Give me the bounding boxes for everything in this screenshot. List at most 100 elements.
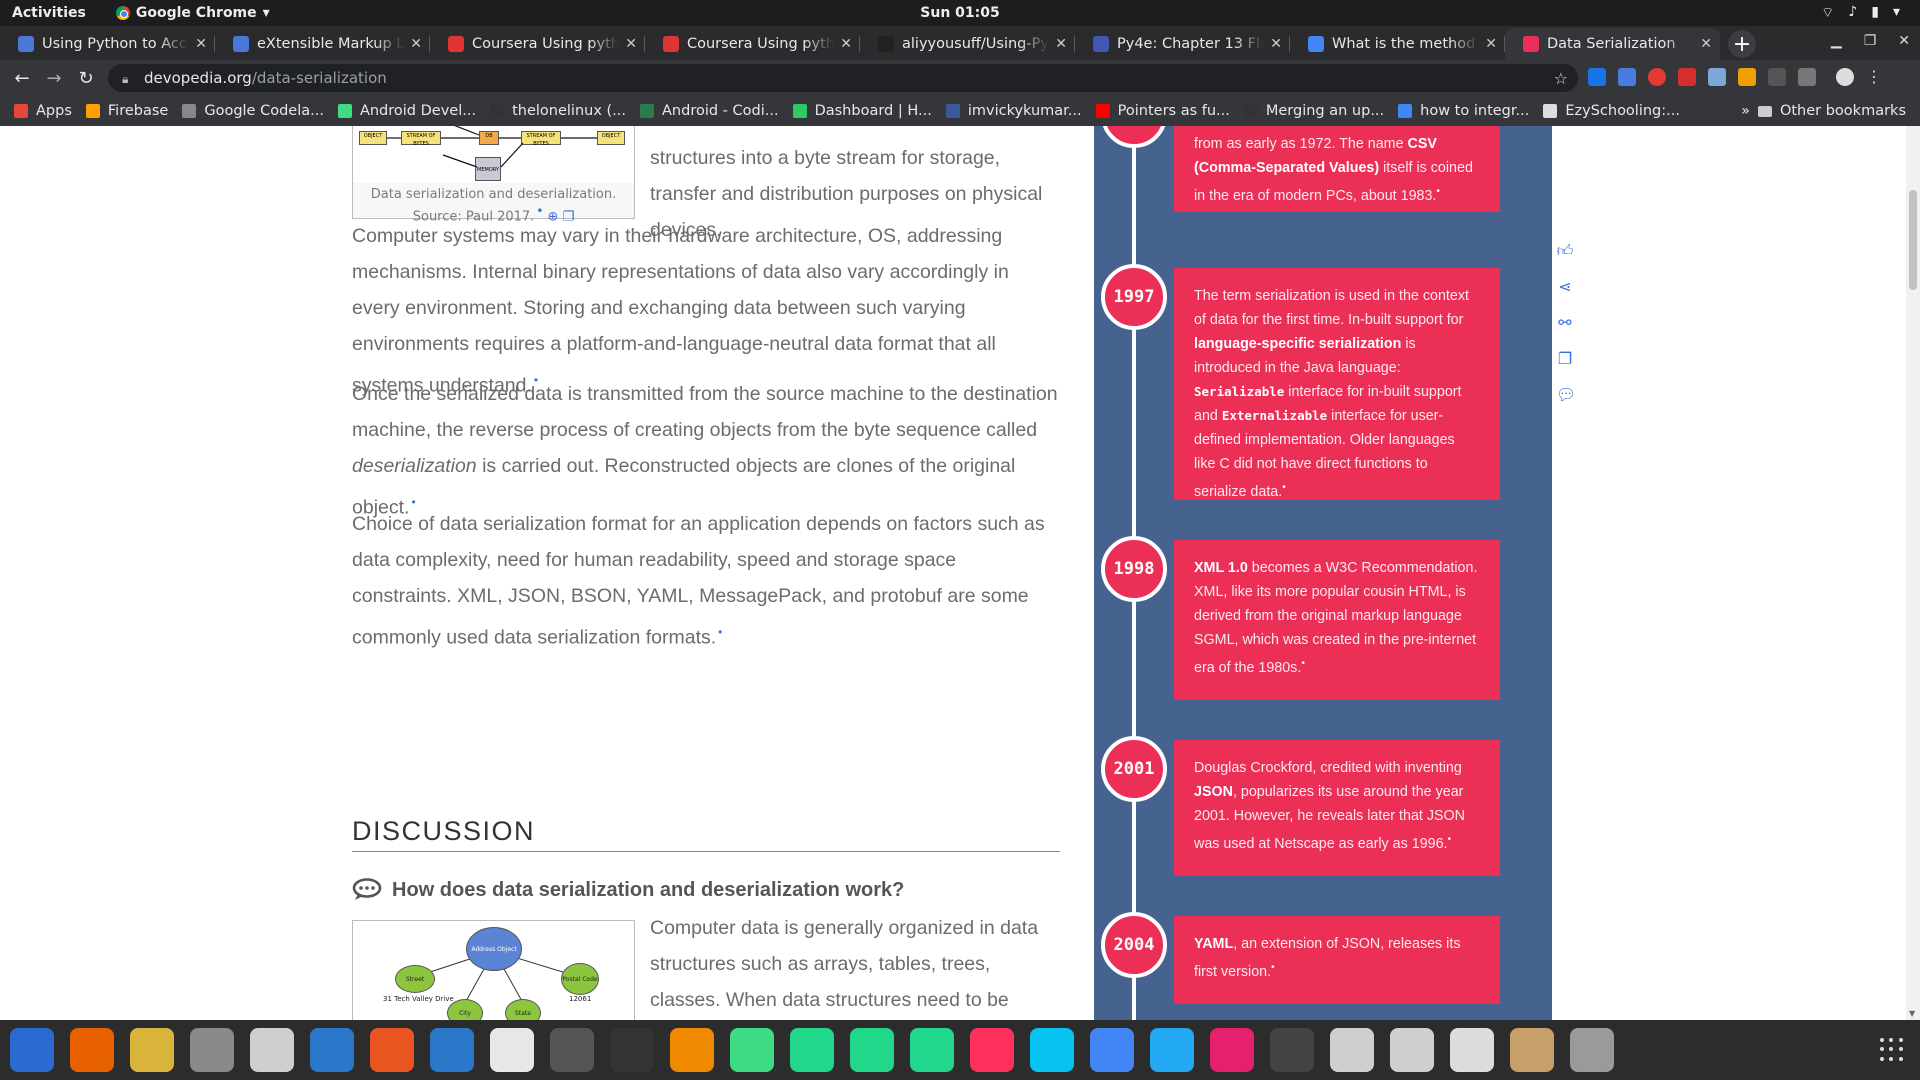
bookmark-item[interactable]: Google Codela...	[182, 103, 324, 119]
new-tab-button[interactable]: +	[1728, 30, 1756, 58]
citation-marker[interactable]: •	[718, 625, 722, 639]
image-viewer-icon[interactable]	[1450, 1028, 1494, 1072]
page-scrollbar[interactable]: ▼	[1906, 126, 1920, 1020]
extension-icon[interactable]	[1708, 68, 1726, 86]
pycharm-icon[interactable]	[790, 1028, 834, 1072]
bookmark-item[interactable]: Dashboard | H...	[792, 103, 932, 119]
extension-icon[interactable]	[1768, 68, 1786, 86]
files-icon[interactable]	[190, 1028, 234, 1072]
text-editor-icon[interactable]	[250, 1028, 294, 1072]
address-bar[interactable]: 🔒︎ devopedia.org /data-serialization ☆	[108, 64, 1578, 92]
profile-avatar[interactable]	[1836, 68, 1854, 86]
tab-close-icon[interactable]: ✕	[1485, 36, 1497, 52]
bookmark-item[interactable]: Firebase	[85, 103, 168, 119]
bookmark-item[interactable]: Apps	[14, 103, 72, 119]
citation-marker[interactable]: •	[1436, 186, 1440, 197]
browser-tab[interactable]: What is the method to ✕	[1290, 28, 1505, 60]
activities-button[interactable]: Activities	[12, 5, 86, 21]
browser-tab[interactable]: Coursera Using python to access ✕	[645, 28, 860, 60]
scanner-icon[interactable]	[1390, 1028, 1434, 1072]
bookmarks-overflow-button[interactable]: »	[1741, 103, 1750, 119]
clock[interactable]: Sun 01:05	[920, 5, 999, 21]
extension-icon[interactable]	[1618, 68, 1636, 86]
tab-close-icon[interactable]: ✕	[410, 36, 422, 52]
bookmark-item[interactable]: thelonelinux (...	[490, 103, 626, 119]
extension-icon[interactable]	[1798, 68, 1816, 86]
share-icon[interactable]: ⋖	[1556, 278, 1574, 296]
clion-icon[interactable]	[910, 1028, 954, 1072]
bookmark-item[interactable]: imvickykumar...	[945, 103, 1082, 119]
software-center-icon[interactable]	[370, 1028, 414, 1072]
figure-serialization-image[interactable]: OBJECT STREAM OF BYTES DB STREAM OF BYTE…	[353, 126, 634, 183]
browser-tab[interactable]: Data Serialization ✕	[1505, 28, 1720, 60]
bookmark-item[interactable]: Android - Codi...	[640, 103, 779, 119]
comments-icon[interactable]: 💬︎	[1556, 386, 1576, 404]
system-tray[interactable]: ⌔ ♪ ▮ ▾	[1821, 4, 1900, 22]
browser-tab[interactable]: Coursera Using python to access ✕	[430, 28, 645, 60]
archive-manager-icon[interactable]	[1510, 1028, 1554, 1072]
browser-tab[interactable]: eXtensible Markup Language ✕	[215, 28, 430, 60]
webstorm-icon[interactable]	[1030, 1028, 1074, 1072]
tab-close-icon[interactable]: ✕	[625, 36, 637, 52]
help-icon[interactable]	[430, 1028, 474, 1072]
browser-tab[interactable]: aliyyousuff/Using-Python ✕	[860, 28, 1075, 60]
lock-icon[interactable]: 🔒︎	[122, 72, 134, 86]
tab-close-icon[interactable]: ✕	[1700, 36, 1712, 52]
bookmark-item[interactable]: how to integr...	[1398, 103, 1529, 119]
maximize-icon[interactable]: ❐	[1864, 33, 1877, 49]
scroll-down-icon[interactable]: ▼	[1909, 1009, 1915, 1018]
thumbs-up-icon[interactable]: 👍︎	[1556, 242, 1574, 260]
tab-close-icon[interactable]: ✕	[1270, 36, 1282, 52]
scrollbar-thumb[interactable]	[1909, 190, 1917, 290]
citation-marker[interactable]: •	[1282, 482, 1286, 493]
citation-marker[interactable]: •	[536, 204, 543, 218]
minimize-icon[interactable]: ▁	[1831, 33, 1842, 49]
video-editor-icon[interactable]	[550, 1028, 594, 1072]
color-picker-icon[interactable]	[1270, 1028, 1314, 1072]
extension-icon[interactable]	[1588, 68, 1606, 86]
other-bookmarks[interactable]: Other bookmarks	[1757, 103, 1906, 119]
terminal-icon[interactable]	[610, 1028, 654, 1072]
browser-tab[interactable]: Using Python to Access Web Data ✕	[0, 28, 215, 60]
rhythmbox-icon[interactable]	[130, 1028, 174, 1072]
android-studio-icon[interactable]	[730, 1028, 774, 1072]
tab-close-icon[interactable]: ✕	[195, 36, 207, 52]
tab-close-icon[interactable]: ✕	[1055, 36, 1067, 52]
libreoffice-writer-icon[interactable]	[310, 1028, 354, 1072]
intellij-icon[interactable]	[970, 1028, 1014, 1072]
show-applications-icon[interactable]	[1880, 1038, 1904, 1062]
app-menu[interactable]: Google Chrome ▾	[115, 5, 270, 21]
firefox-icon[interactable]	[70, 1028, 114, 1072]
forward-icon[interactable]: →	[38, 68, 70, 89]
bookmark-item[interactable]: Pointers as fu...	[1095, 103, 1230, 119]
thunderbird-icon[interactable]	[10, 1028, 54, 1072]
tab-close-icon[interactable]: ✕	[840, 36, 852, 52]
vlc-icon[interactable]	[670, 1028, 714, 1072]
extension-icon[interactable]	[1738, 68, 1756, 86]
citation-marker[interactable]: •	[1448, 834, 1452, 845]
bookmark-star-icon[interactable]: ☆	[1554, 69, 1568, 88]
citation-marker[interactable]: •	[1271, 962, 1275, 973]
printer-icon[interactable]	[1330, 1028, 1374, 1072]
unlink-icon[interactable]: ⚯	[1556, 314, 1574, 332]
back-icon[interactable]: ←	[6, 68, 38, 89]
pycharm-pro-icon[interactable]	[850, 1028, 894, 1072]
copy-icon[interactable]: ❐	[1556, 350, 1574, 368]
close-icon[interactable]: ✕	[1898, 33, 1910, 49]
citation-marker[interactable]: •	[1301, 658, 1305, 669]
reload-icon[interactable]: ↻	[70, 68, 102, 89]
extension-icon[interactable]	[1678, 68, 1696, 86]
vscode-icon[interactable]	[1150, 1028, 1194, 1072]
flickr-like-icon[interactable]	[1210, 1028, 1254, 1072]
webcam-icon[interactable]	[1570, 1028, 1614, 1072]
question-heading[interactable]: How does data serialization and deserial…	[352, 878, 904, 902]
bookmark-item[interactable]: EzySchooling:...	[1543, 103, 1680, 119]
amazon-icon[interactable]	[490, 1028, 534, 1072]
figure-address-object[interactable]: Address Object Street Postal Code City S…	[352, 920, 635, 1020]
bookmark-item[interactable]: Merging an up...	[1243, 103, 1384, 119]
bookmark-item[interactable]: Android Devel...	[337, 103, 476, 119]
chrome-icon[interactable]	[1090, 1028, 1134, 1072]
browser-tab[interactable]: Py4e: Chapter 13 Flashcards ✕	[1075, 28, 1290, 60]
extension-icon[interactable]	[1648, 68, 1666, 86]
menu-icon[interactable]: ⋮	[1866, 68, 1882, 86]
